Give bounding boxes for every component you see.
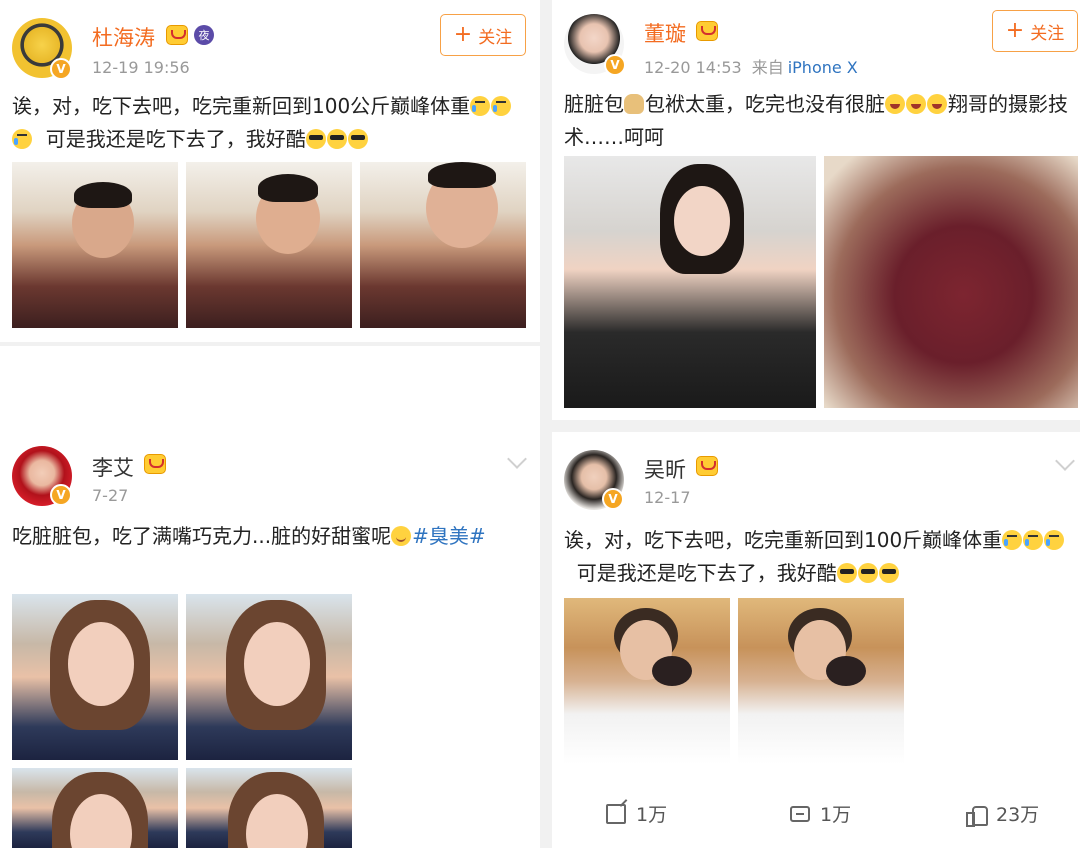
divider bbox=[552, 420, 1080, 432]
verified-badge-icon: V bbox=[602, 488, 624, 510]
chevron-down-icon[interactable] bbox=[1055, 451, 1075, 471]
sunglasses-icon bbox=[305, 129, 326, 149]
post-image[interactable] bbox=[738, 598, 904, 764]
crying-laughing-icon bbox=[12, 129, 32, 149]
sunglasses-icon bbox=[857, 563, 878, 583]
sunglasses-icon bbox=[878, 563, 899, 583]
post-text-line: 包袱太重，吃完也没有很脏 bbox=[645, 92, 885, 116]
repost-count: 1万 bbox=[636, 804, 668, 826]
username[interactable]: 吴昕 bbox=[644, 454, 686, 484]
post-text-line: 可是我还是吃下去了，我好酷 bbox=[576, 561, 837, 585]
crying-laughing-icon bbox=[1023, 530, 1044, 550]
vip-crown-icon bbox=[696, 21, 718, 41]
post-image[interactable] bbox=[186, 594, 352, 760]
night-badge-icon: 夜 bbox=[194, 25, 214, 45]
post-text: 脏脏包 包袱太重，吃完也没有很脏 翔哥的摄影技术……呵呵 bbox=[564, 88, 1072, 154]
vip-crown-icon bbox=[166, 25, 188, 45]
post-image[interactable] bbox=[12, 768, 178, 848]
weibo-post-dongxuan: V 董璇 12-20 14:53 来自 iPhone X + 关注 脏脏包 包袱太重，… bbox=[552, 0, 1080, 420]
follow-button[interactable]: + 关注 bbox=[440, 14, 526, 56]
man-hair bbox=[428, 162, 496, 188]
like-button[interactable]: 23万 bbox=[966, 800, 1039, 827]
like-count: 23万 bbox=[996, 804, 1040, 826]
username[interactable]: 李艾 bbox=[92, 452, 134, 482]
verified-badge-icon: V bbox=[604, 54, 626, 76]
post-meta: 12-20 14:53 来自 iPhone X bbox=[644, 54, 858, 78]
thumbs-up-icon bbox=[966, 804, 988, 827]
bread-in-hand bbox=[652, 656, 692, 686]
weibo-post-duhaitao: V 杜海涛 夜 12-19 19:56 + 关注 诶，对，吃下去吧，吃完重新回到… bbox=[0, 0, 540, 342]
smile-icon bbox=[391, 526, 412, 546]
weibo-post-liai: V 李艾 7-27 吃脏脏包，吃了满嘴巧克力...脏的好甜蜜呢 #臭美# bbox=[0, 432, 540, 848]
post-image[interactable] bbox=[186, 768, 352, 848]
divider bbox=[540, 0, 552, 848]
post-time: 12-17 bbox=[644, 488, 691, 507]
sunglasses-icon bbox=[347, 129, 368, 149]
post-text-line: 脏脏包 bbox=[564, 92, 624, 116]
crying-laughing-icon bbox=[1002, 530, 1023, 550]
username[interactable]: 董璇 bbox=[644, 18, 686, 48]
post-image[interactable] bbox=[12, 162, 178, 328]
post-image[interactable] bbox=[12, 594, 178, 760]
bread-icon bbox=[624, 94, 644, 114]
post-time: 12-20 14:53 bbox=[644, 58, 742, 77]
source-label: 来自 bbox=[751, 58, 784, 77]
follow-button[interactable]: + 关注 bbox=[992, 10, 1078, 52]
device-link[interactable]: iPhone X bbox=[788, 58, 858, 77]
comment-button[interactable]: 1万 bbox=[790, 800, 851, 827]
bread-in-hand bbox=[826, 656, 866, 686]
divider bbox=[0, 342, 540, 346]
vip-crown-icon bbox=[144, 454, 166, 474]
laughing-icon bbox=[885, 94, 905, 114]
post-text-line: 诶，对，吃下去吧，吃完重新回到100斤巅峰体重 bbox=[564, 528, 1003, 552]
crying-laughing-icon bbox=[1044, 530, 1065, 550]
verified-badge-icon: V bbox=[50, 484, 72, 506]
username[interactable]: 杜海涛 bbox=[92, 22, 155, 52]
sunglasses-icon bbox=[836, 563, 857, 583]
post-time: 12-19 19:56 bbox=[92, 58, 190, 77]
follow-label: 关注 bbox=[1030, 23, 1065, 44]
woman-face bbox=[244, 622, 310, 706]
weibo-post-wuxin: V 吴昕 12-17 诶，对，吃下去吧，吃完重新回到100斤巅峰体重 可是我还是… bbox=[552, 432, 1080, 848]
plus-icon: + bbox=[1005, 18, 1025, 43]
post-image[interactable] bbox=[824, 156, 1078, 408]
post-text-line: 诶，对，吃下去吧，吃完重新回到100公斤巅峰体重 bbox=[12, 94, 471, 118]
post-text-line: 可是我还是吃下去了，我好酷 bbox=[45, 127, 306, 151]
post-image[interactable] bbox=[186, 162, 352, 328]
post-image[interactable] bbox=[564, 598, 730, 764]
post-image[interactable] bbox=[360, 162, 526, 328]
follow-label: 关注 bbox=[478, 27, 513, 48]
vip-crown-icon bbox=[696, 456, 718, 476]
comment-icon bbox=[790, 805, 810, 822]
laughing-icon bbox=[906, 94, 926, 114]
laughing-icon bbox=[927, 94, 947, 114]
sunglasses-icon bbox=[326, 129, 347, 149]
verified-badge-icon: V bbox=[50, 58, 72, 80]
post-time: 7-27 bbox=[92, 486, 129, 505]
crying-laughing-icon bbox=[470, 96, 491, 116]
post-text: 诶，对，吃下去吧，吃完重新回到100公斤巅峰体重 可是我还是吃下去了，我好酷 bbox=[12, 90, 532, 156]
post-text-line: 吃脏脏包，吃了满嘴巧克力...脏的好甜蜜呢 bbox=[12, 524, 392, 548]
post-image[interactable] bbox=[564, 156, 816, 408]
comment-count: 1万 bbox=[820, 804, 852, 826]
woman-face bbox=[68, 622, 134, 706]
plus-icon: + bbox=[453, 22, 473, 47]
chevron-down-icon[interactable] bbox=[507, 449, 527, 469]
post-text: 吃脏脏包，吃了满嘴巧克力...脏的好甜蜜呢 #臭美# bbox=[12, 520, 522, 553]
man-hair bbox=[74, 182, 132, 208]
crying-laughing-icon bbox=[491, 96, 512, 116]
repost-button[interactable]: 1万 bbox=[606, 800, 667, 827]
post-text: 诶，对，吃下去吧，吃完重新回到100斤巅峰体重 可是我还是吃下去了，我好酷 bbox=[564, 524, 1076, 590]
man-hair bbox=[258, 174, 318, 202]
hashtag-link[interactable]: #臭美# bbox=[412, 524, 486, 548]
woman-face bbox=[674, 186, 730, 256]
share-icon bbox=[606, 803, 626, 824]
